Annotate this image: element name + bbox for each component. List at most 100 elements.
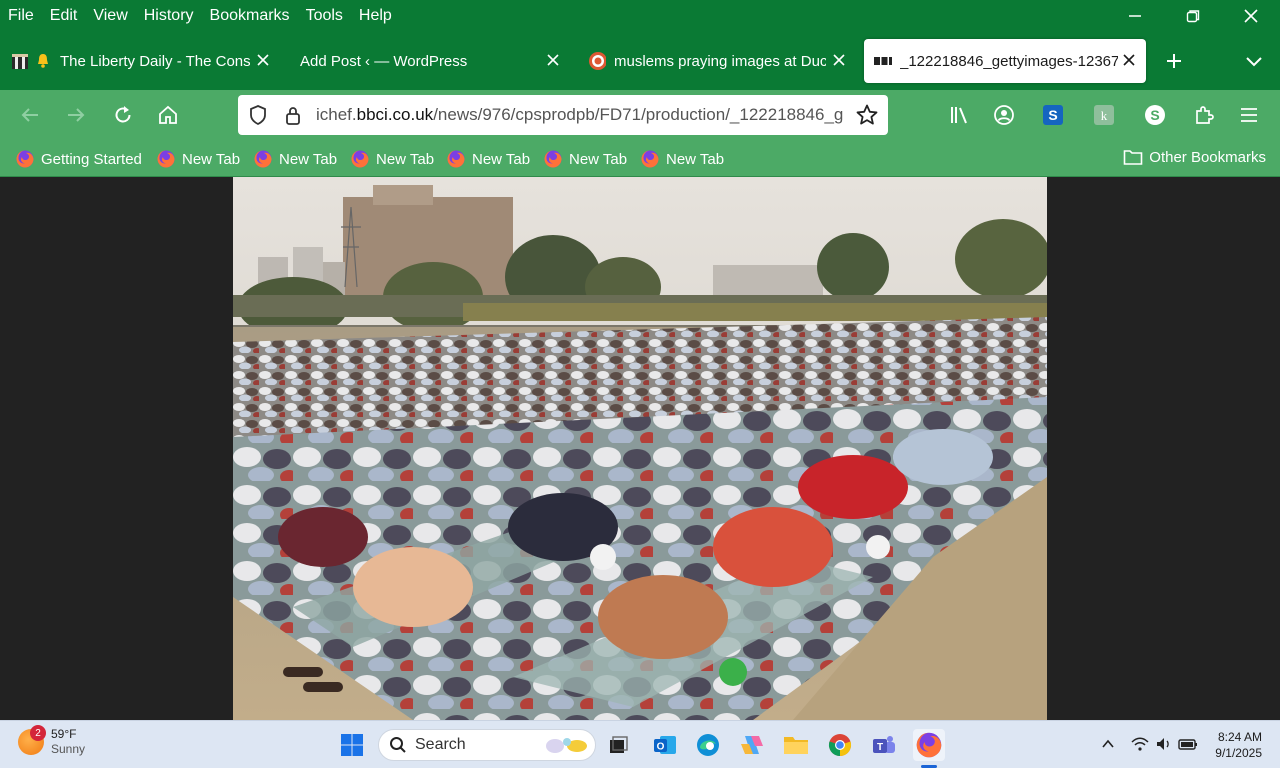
bookmark-new-tab[interactable]: New Tab <box>447 148 530 170</box>
bookmark-getting-started[interactable]: Getting Started <box>16 148 142 170</box>
lock-icon[interactable] <box>281 103 305 127</box>
page-content <box>0 177 1280 720</box>
clock[interactable]: 8:24 AM 9/1/2025 <box>1215 729 1262 761</box>
home-button[interactable] <box>152 99 184 131</box>
new-tab-button[interactable] <box>1159 46 1189 76</box>
svg-text:S: S <box>1048 107 1057 123</box>
menu-file[interactable]: File <box>0 7 42 25</box>
reload-button[interactable] <box>107 99 139 131</box>
task-view-icon <box>610 736 628 753</box>
taskbar: 2 59°F Sunny Search O T 8:24 AM 9/1/2025 <box>0 720 1280 768</box>
volume-button[interactable] <box>1153 733 1175 755</box>
svg-text:O: O <box>657 742 665 753</box>
tab-close-icon[interactable] <box>830 51 848 69</box>
outlook-icon: O <box>654 736 676 754</box>
tab-close-icon[interactable] <box>254 51 272 69</box>
firefox-icon <box>641 150 659 168</box>
displayed-image[interactable] <box>233 177 1047 720</box>
menu-edit[interactable]: Edit <box>42 7 86 25</box>
folder-icon <box>1123 150 1143 165</box>
weather-widget[interactable]: 2 59°F Sunny <box>18 725 86 757</box>
navigation-toolbar: ichef.bbci.co.uk/news/976/cpsprodpb/FD71… <box>0 90 1280 140</box>
teams-button[interactable]: T <box>868 729 900 761</box>
tab-strip: The Liberty Daily - The Conse Add Post ‹… <box>0 32 1280 90</box>
chevron-up-icon <box>1102 739 1114 748</box>
weather-condition: Sunny <box>51 742 86 756</box>
other-bookmarks-label: Other Bookmarks <box>1149 148 1266 166</box>
teams-icon: T <box>873 736 895 753</box>
library-button[interactable] <box>944 100 974 130</box>
edge-icon <box>697 734 719 756</box>
extension-k-button[interactable]: k <box>1089 100 1119 130</box>
close-window-button[interactable] <box>1222 0 1280 32</box>
restore-button[interactable] <box>1164 0 1222 32</box>
bookmark-label: New Tab <box>569 150 628 168</box>
firefox-icon <box>544 150 562 168</box>
tab-close-icon[interactable] <box>544 51 562 69</box>
url-text[interactable]: ichef.bbci.co.uk/news/976/cpsprodpb/FD71… <box>316 105 850 125</box>
file-explorer-button[interactable] <box>780 729 812 761</box>
reload-icon <box>115 106 131 123</box>
tab-close-icon[interactable] <box>1120 51 1138 69</box>
address-bar[interactable]: ichef.bbci.co.uk/news/976/cpsprodpb/FD71… <box>238 95 888 135</box>
account-button[interactable] <box>989 100 1019 130</box>
tab-title: The Liberty Daily - The Conse <box>60 52 250 70</box>
outlook-button[interactable]: O <box>649 729 681 761</box>
tab-liberty-daily[interactable]: The Liberty Daily - The Conse <box>10 39 280 83</box>
other-bookmarks[interactable]: Other Bookmarks <box>1123 148 1266 166</box>
taskbar-search[interactable]: Search <box>378 729 596 761</box>
tab-wordpress[interactable]: Add Post ‹ — WordPress <box>290 39 570 83</box>
bookmark-new-tab[interactable]: New Tab <box>254 148 337 170</box>
minimize-button[interactable] <box>1106 0 1164 32</box>
tab-title: Add Post ‹ — WordPress <box>300 52 468 70</box>
s-blue-extension-icon: S <box>1043 105 1063 125</box>
start-button[interactable] <box>336 729 368 761</box>
bookmark-label: New Tab <box>182 150 241 168</box>
bookmark-label: New Tab <box>666 150 725 168</box>
forward-arrow-icon <box>68 108 85 122</box>
bookmark-new-tab[interactable]: New Tab <box>157 148 240 170</box>
extensions-button[interactable] <box>1189 100 1219 130</box>
wifi-button[interactable] <box>1129 733 1151 755</box>
firefox-icon <box>916 732 942 758</box>
battery-button[interactable] <box>1177 733 1199 755</box>
close-icon <box>1244 9 1258 23</box>
menu-view[interactable]: View <box>85 7 135 25</box>
firefox-icon <box>351 150 369 168</box>
tab-duckduckgo[interactable]: muslems praying images at Duck <box>580 39 856 83</box>
bookmark-label: New Tab <box>279 150 338 168</box>
svg-text:k: k <box>1101 108 1108 123</box>
extension-s-circle-button[interactable]: S <box>1140 100 1170 130</box>
bookmark-new-tab[interactable]: New Tab <box>641 148 724 170</box>
back-button[interactable] <box>14 99 46 131</box>
clock-date: 9/1/2025 <box>1215 746 1262 760</box>
menu-tools[interactable]: Tools <box>298 7 351 25</box>
chrome-button[interactable] <box>824 729 856 761</box>
show-hidden-icons-button[interactable] <box>1097 733 1119 755</box>
bookmark-new-tab[interactable]: New Tab <box>351 148 434 170</box>
firefox-taskbar-button[interactable] <box>913 729 945 761</box>
plus-icon <box>1167 54 1181 68</box>
menu-help[interactable]: Help <box>351 7 400 25</box>
list-all-tabs-button[interactable] <box>1239 46 1269 76</box>
search-label: Search <box>415 736 466 753</box>
chevron-down-icon <box>1246 57 1262 67</box>
bookmark-star-icon[interactable] <box>855 103 879 127</box>
copilot-button[interactable] <box>736 729 768 761</box>
bell-icon <box>34 52 52 70</box>
app-menu-button[interactable] <box>1234 100 1264 130</box>
menu-bookmarks[interactable]: Bookmarks <box>202 7 298 25</box>
tab-bbc-image[interactable]: _122218846_gettyimages-12367 <box>864 39 1146 83</box>
search-highlight-icon <box>546 738 587 753</box>
task-view-button[interactable] <box>602 729 634 761</box>
shield-icon[interactable] <box>246 103 270 127</box>
account-icon <box>994 105 1014 125</box>
extension-s-blue-button[interactable]: S <box>1038 100 1068 130</box>
chrome-icon <box>828 734 852 757</box>
forward-button[interactable] <box>60 99 92 131</box>
edge-button[interactable] <box>692 729 724 761</box>
menu-history[interactable]: History <box>136 7 202 25</box>
library-icon <box>951 107 967 124</box>
bookmark-new-tab[interactable]: New Tab <box>544 148 627 170</box>
folder-icon <box>784 737 808 754</box>
